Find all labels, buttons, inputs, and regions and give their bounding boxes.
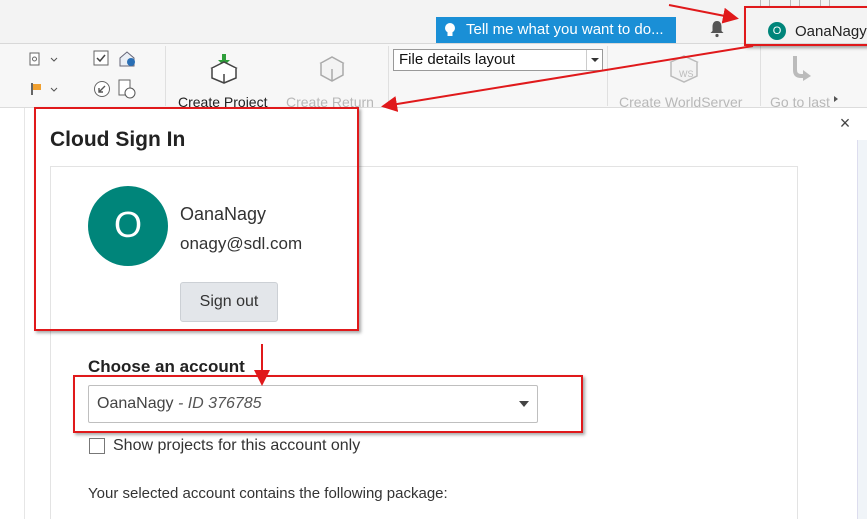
layout-select[interactable]: File details layout [393, 49, 603, 71]
chevron-down-icon[interactable] [586, 50, 602, 70]
create-project-icon [210, 54, 238, 84]
create-worldserver-button[interactable]: Create WorldServer [619, 94, 742, 107]
choose-account-label: Choose an account [88, 357, 245, 376]
layout-select-value: File details layout [399, 51, 515, 68]
flag-icon[interactable] [28, 82, 58, 96]
account-only-checkbox[interactable] [89, 438, 105, 454]
create-project-button[interactable]: Create Project [178, 94, 267, 107]
side-panel-edge [857, 140, 867, 519]
annotation-box-select [73, 375, 583, 433]
worldserver-icon: WS [669, 55, 699, 83]
close-icon[interactable]: × [836, 114, 854, 132]
package-info-text: Your selected account contains the follo… [88, 485, 448, 502]
title-bar [0, 0, 867, 44]
go-to-last-icon [793, 56, 811, 81]
document-sync-icon[interactable] [116, 78, 138, 100]
annotation-box-user [744, 6, 867, 46]
create-return-icon [319, 56, 345, 82]
tell-me-search[interactable]: Tell me what you want to do... [436, 17, 676, 43]
ribbon-separator [760, 46, 761, 106]
annotation-box-account [34, 107, 359, 331]
checkbox-list-icon[interactable] [93, 50, 109, 66]
ribbon: Create Project Create Return File detail… [0, 44, 867, 108]
tell-me-text: Tell me what you want to do... [466, 21, 664, 38]
go-to-last-button[interactable]: Go to last [770, 94, 830, 107]
upload-cloud-icon[interactable] [116, 48, 138, 68]
document-settings-icon[interactable] [28, 52, 58, 66]
worldserver-badge: WS [679, 69, 694, 79]
return-icon[interactable] [93, 80, 111, 98]
lightbulb-icon [445, 23, 455, 36]
ribbon-separator [388, 46, 389, 106]
ribbon-separator [607, 46, 608, 106]
ribbon-scroll-right-icon[interactable] [834, 96, 838, 102]
ribbon-separator [165, 46, 166, 106]
create-return-button[interactable]: Create Return [286, 94, 374, 107]
account-only-checkbox-label[interactable]: Show projects for this account only [113, 437, 360, 455]
bell-icon[interactable] [709, 20, 725, 38]
